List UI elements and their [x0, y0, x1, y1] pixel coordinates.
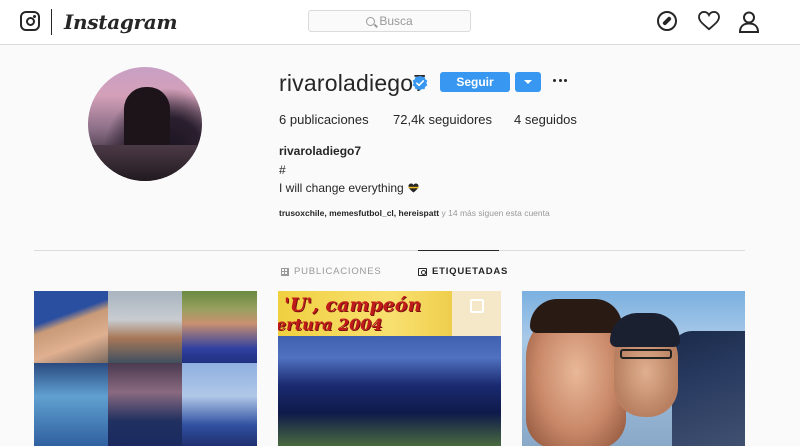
instagram-wordmark[interactable]: Instagram	[64, 10, 178, 34]
following-count: 4	[514, 112, 522, 127]
bio-text: I will change everything	[279, 181, 404, 195]
arm-region	[672, 331, 745, 446]
bio-line-2: I will change everything	[279, 181, 419, 195]
collage-tile	[182, 291, 257, 363]
posts-count: 6	[279, 112, 287, 127]
posts-label: publicaciones	[289, 112, 369, 127]
logo-divider	[51, 9, 52, 35]
instagram-logo-icon[interactable]	[20, 11, 40, 31]
collage-tile	[108, 363, 182, 446]
followers-count: 72,4k	[393, 112, 425, 127]
dot	[558, 79, 562, 82]
profile-avatar	[88, 67, 202, 181]
more-options-icon[interactable]	[553, 79, 567, 83]
team-photo	[278, 336, 501, 446]
collage-tile	[34, 363, 108, 446]
compass-icon[interactable]	[657, 11, 677, 31]
followed-by-rest: y 14 más siguen esta cuenta	[441, 208, 550, 218]
poster-text-block	[452, 291, 501, 336]
grid-photo-2[interactable]: 'U', campeón ertura 2004	[278, 291, 501, 446]
black-heart-emoji-icon	[408, 183, 419, 193]
profile-full-name: rivaroladiego7	[279, 144, 362, 158]
active-tab-indicator	[418, 250, 499, 251]
heart-icon[interactable]	[698, 11, 720, 31]
tab-tagged[interactable]: ETIQUETADAS	[418, 266, 508, 277]
tab-tagged-label: ETIQUETADAS	[432, 266, 509, 277]
beanie-hat	[610, 313, 680, 347]
poster-title: 'U', campeón	[284, 294, 422, 316]
followers-label: seguidores	[428, 112, 493, 127]
following-count-stat[interactable]: 4 seguidos	[514, 112, 577, 127]
multiple-photos-icon	[470, 299, 484, 313]
hair-left	[530, 299, 622, 333]
verified-badge-icon	[412, 75, 428, 91]
collage-tile	[182, 363, 257, 446]
person-icon[interactable]	[739, 11, 759, 33]
suggestions-dropdown-button[interactable]	[515, 72, 541, 92]
following-label: seguidos	[524, 112, 577, 127]
posts-count-stat: 6 publicaciones	[279, 112, 369, 127]
followed-by-line[interactable]: trusoxchile, memesfutbol_cl, hereispatt …	[279, 208, 550, 218]
collage-tile	[108, 291, 182, 363]
search-icon	[366, 16, 376, 26]
followers-count-stat[interactable]: 72,4k seguidores	[393, 112, 492, 127]
search-input[interactable]: Busca	[308, 10, 471, 32]
grid-icon	[281, 267, 289, 276]
dot	[564, 79, 567, 82]
tab-posts[interactable]: PUBLICACIONES	[281, 266, 381, 277]
follow-button[interactable]: Seguir	[440, 72, 510, 92]
profile-username: rivaroladiego7	[279, 70, 427, 96]
dot	[553, 79, 556, 82]
bio-line-1: #	[279, 163, 286, 177]
tab-posts-label: PUBLICACIONES	[294, 266, 382, 277]
tabs-divider	[34, 250, 745, 251]
search-placeholder: Busca	[379, 14, 413, 28]
grid-photo-1[interactable]	[34, 291, 257, 446]
tagged-icon	[418, 267, 427, 276]
glasses	[620, 349, 672, 359]
poster-subtitle: ertura 2004	[278, 315, 383, 334]
collage-tile	[34, 291, 108, 363]
grid-photo-3[interactable]	[522, 291, 745, 446]
top-navbar: Instagram Busca	[0, 0, 800, 45]
followed-by-names[interactable]: trusoxchile, memesfutbol_cl, hereispatt	[279, 208, 439, 218]
